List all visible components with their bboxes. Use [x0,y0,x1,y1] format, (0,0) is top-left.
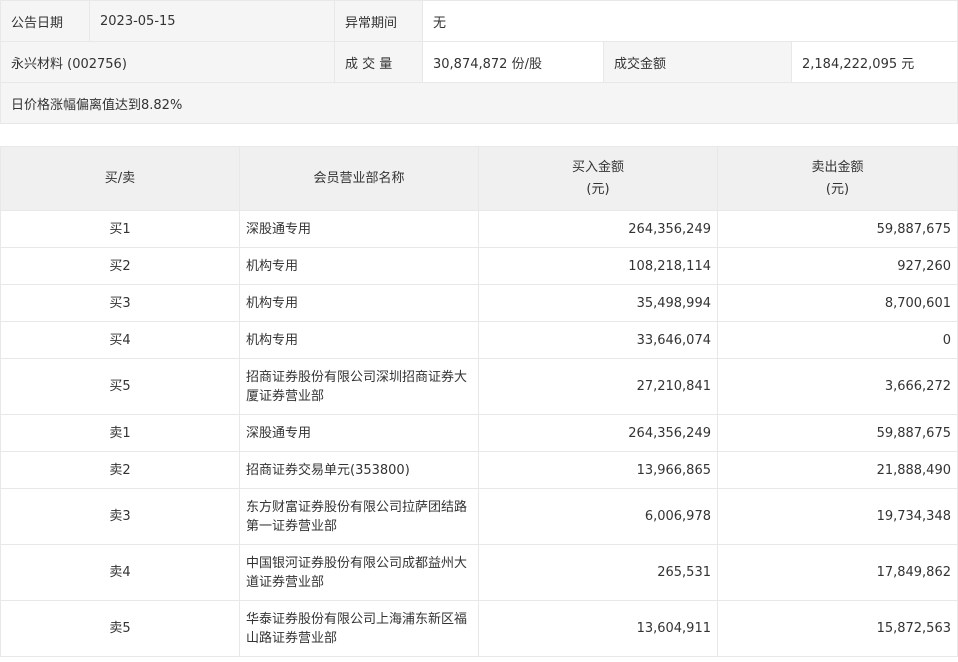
row-side: 卖5 [0,600,240,657]
row-side: 买5 [0,358,240,415]
table-row: 买3 机构专用 35,498,994 8,700,601 [0,284,958,322]
table-row: 卖2 招商证券交易单元(353800) 13,966,865 21,888,49… [0,451,958,489]
reason-text: 日价格涨幅偏离值达到8.82% [0,82,958,124]
row-sell-amount: 59,887,675 [717,414,958,452]
row-sell-amount: 927,260 [717,247,958,285]
info-row-date: 公告日期 2023-05-15 异常期间 无 [0,0,958,42]
col-sell-amount-unit: (元) [825,181,850,197]
row-side: 买4 [0,321,240,359]
row-buy-amount: 13,604,911 [478,600,718,657]
row-sell-amount: 19,734,348 [717,488,958,545]
period-label: 异常期间 [334,0,423,42]
table-header-row: 买/卖 会员营业部名称 买入金额 (元) 卖出金额 (元) [0,146,958,211]
row-branch-name: 机构专用 [239,284,479,322]
row-buy-amount: 6,006,978 [478,488,718,545]
trading-seats-table: 买/卖 会员营业部名称 买入金额 (元) 卖出金额 (元) 买1 深股通专用 2… [0,146,958,657]
col-sell-amount-title: 卖出金额 [811,159,864,175]
row-sell-amount: 3,666,272 [717,358,958,415]
amount-value: 2,184,222,095 元 [790,41,958,83]
table-row: 卖1 深股通专用 264,356,249 59,887,675 [0,414,958,452]
row-buy-amount: 264,356,249 [478,210,718,248]
row-sell-amount: 21,888,490 [717,451,958,489]
row-buy-amount: 35,498,994 [478,284,718,322]
row-buy-amount: 33,646,074 [478,321,718,359]
col-side: 买/卖 [0,146,240,211]
row-side: 买1 [0,210,240,248]
row-branch-name: 招商证券交易单元(353800) [239,451,479,489]
row-branch-name: 机构专用 [239,321,479,359]
col-buy-amount: 买入金额 (元) [478,146,718,211]
col-buy-amount-unit: (元) [586,181,610,197]
col-branch-name: 会员营业部名称 [239,146,479,211]
col-sell-amount: 卖出金额 (元) [717,146,958,211]
row-branch-name: 机构专用 [239,247,479,285]
table-row: 卖4 中国银河证券股份有限公司成都益州大道证券营业部 265,531 17,84… [0,544,958,601]
table-row: 买2 机构专用 108,218,114 927,260 [0,247,958,285]
row-branch-name: 招商证券股份有限公司深圳招商证券大厦证券营业部 [239,358,479,415]
col-buy-amount-title: 买入金额 [571,159,624,175]
row-branch-name: 华泰证券股份有限公司上海浦东新区福山路证券营业部 [239,600,479,657]
row-sell-amount: 15,872,563 [717,600,958,657]
info-row-stock: 永兴材料 (002756) 成 交 量 30,874,872 份/股 成交金额 … [0,41,958,83]
date-label: 公告日期 [0,0,90,42]
announcement-info-table: 公告日期 2023-05-15 异常期间 无 永兴材料 (002756) 成 交… [0,0,958,124]
row-buy-amount: 27,210,841 [478,358,718,415]
row-side: 卖1 [0,414,240,452]
table-row: 买5 招商证券股份有限公司深圳招商证券大厦证券营业部 27,210,841 3,… [0,358,958,415]
amount-label: 成交金额 [603,41,792,83]
row-buy-amount: 264,356,249 [478,414,718,452]
row-branch-name: 深股通专用 [239,210,479,248]
date-value: 2023-05-15 [89,0,335,42]
row-buy-amount: 13,966,865 [478,451,718,489]
row-side: 卖4 [0,544,240,601]
row-sell-amount: 8,700,601 [717,284,958,322]
table-row: 买4 机构专用 33,646,074 0 [0,321,958,359]
row-buy-amount: 265,531 [478,544,718,601]
table-row: 卖3 东方财富证券股份有限公司拉萨团结路第一证券营业部 6,006,978 19… [0,488,958,545]
row-branch-name: 深股通专用 [239,414,479,452]
row-side: 卖3 [0,488,240,545]
row-sell-amount: 0 [717,321,958,359]
row-buy-amount: 108,218,114 [478,247,718,285]
row-branch-name: 东方财富证券股份有限公司拉萨团结路第一证券营业部 [239,488,479,545]
row-sell-amount: 59,887,675 [717,210,958,248]
info-row-reason: 日价格涨幅偏离值达到8.82% [0,82,958,124]
table-row: 买1 深股通专用 264,356,249 59,887,675 [0,210,958,248]
row-side: 卖2 [0,451,240,489]
volume-value: 30,874,872 份/股 [422,41,604,83]
row-side: 买2 [0,247,240,285]
volume-label: 成 交 量 [334,41,423,83]
row-branch-name: 中国银河证券股份有限公司成都益州大道证券营业部 [239,544,479,601]
period-value: 无 [421,0,958,42]
stock-name: 永兴材料 (002756) [0,41,335,83]
row-sell-amount: 17,849,862 [717,544,958,601]
table-row: 卖5 华泰证券股份有限公司上海浦东新区福山路证券营业部 13,604,911 1… [0,600,958,657]
row-side: 买3 [0,284,240,322]
